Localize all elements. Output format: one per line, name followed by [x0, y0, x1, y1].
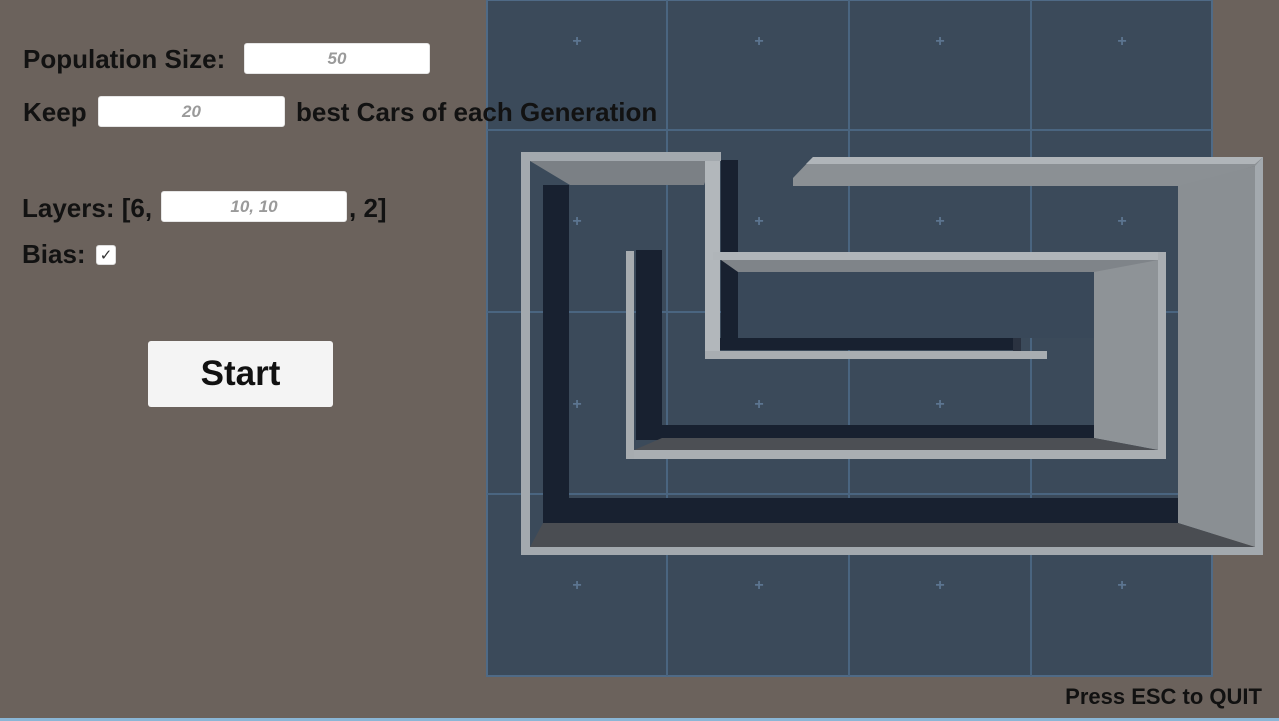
keep-best-input[interactable] — [98, 96, 285, 127]
svg-text:+: + — [935, 33, 944, 50]
inner-top-wall — [713, 252, 1166, 260]
inner-bottom-wall — [626, 450, 1166, 459]
checkmark-icon: ✓ — [99, 247, 113, 264]
hidden-layers-input[interactable] — [161, 191, 347, 222]
svg-text:+: + — [1117, 577, 1126, 594]
inner-floor — [738, 272, 1094, 338]
svg-text:+: + — [572, 577, 581, 594]
inner-left-wall — [626, 251, 634, 459]
svg-text:+: + — [935, 577, 944, 594]
layers-label: Layers: [6, — [22, 193, 153, 223]
svg-text:+: + — [754, 33, 763, 50]
population-size-input[interactable] — [244, 43, 430, 74]
svg-text:+: + — [935, 213, 944, 230]
layers-suffix-label: , 2] — [349, 193, 387, 223]
svg-text:+: + — [1117, 33, 1126, 50]
svg-text:+: + — [572, 213, 581, 230]
quit-hint: Press ESC to QUIT — [1065, 684, 1262, 709]
svg-text:+: + — [754, 396, 763, 413]
svg-text:+: + — [754, 577, 763, 594]
svg-text:+: + — [572, 396, 581, 413]
keep-suffix-label: best Cars of each Generation — [296, 97, 658, 127]
right-wall-face — [1178, 166, 1255, 547]
bias-checkbox[interactable]: ✓ — [96, 245, 116, 265]
svg-text:+: + — [1117, 213, 1126, 230]
bias-label: Bias: — [22, 239, 86, 269]
population-size-label: Population Size: — [23, 44, 226, 74]
start-button[interactable]: Start — [148, 341, 333, 407]
bottom-wall-face — [530, 523, 1255, 547]
svg-text:+: + — [754, 213, 763, 230]
svg-text:+: + — [572, 33, 581, 50]
keep-label: Keep — [23, 97, 87, 127]
svg-text:+: + — [935, 396, 944, 413]
inner-right-wall — [1158, 252, 1166, 459]
